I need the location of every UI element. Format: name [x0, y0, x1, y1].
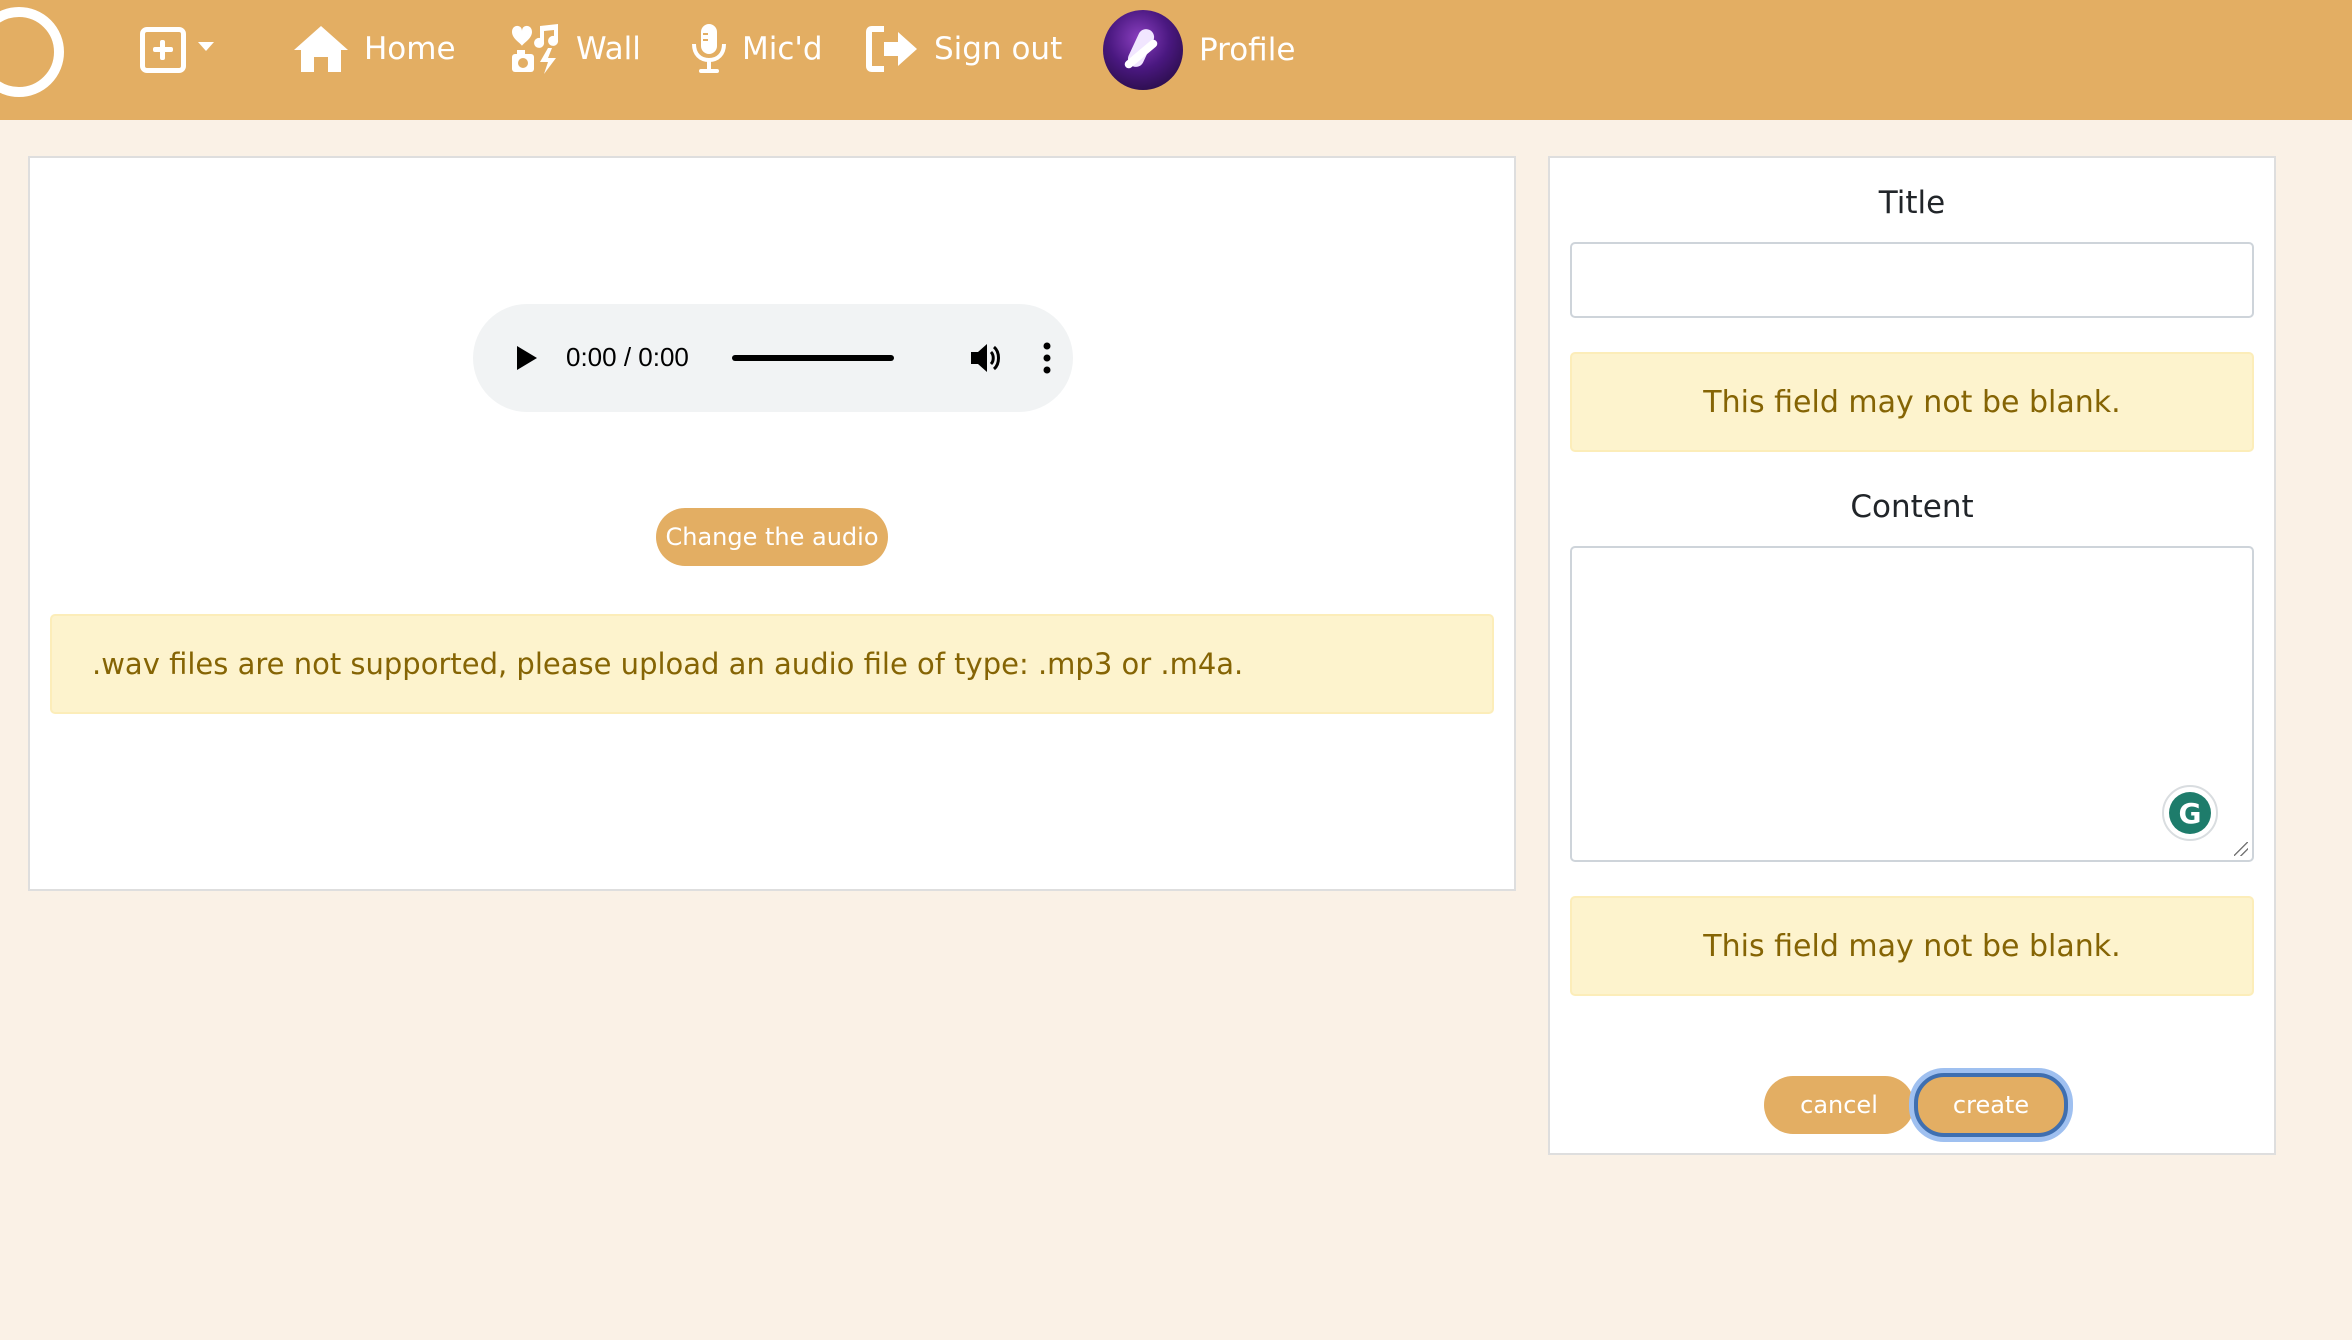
grammarly-icon[interactable]: G	[2162, 785, 2218, 841]
plus-square-icon	[140, 27, 186, 73]
nav-signout-link[interactable]: Sign out	[866, 18, 1062, 80]
resize-handle-icon[interactable]	[2234, 842, 2248, 856]
sign-out-icon	[866, 26, 917, 72]
volume-icon[interactable]	[968, 340, 1004, 376]
post-form-panel: Title This field may not be blank. Conte…	[1548, 156, 2276, 1155]
content-error-alert: This field may not be blank.	[1570, 896, 2254, 996]
change-audio-button[interactable]: Change the audio	[656, 508, 888, 566]
navbar: Home Wall Mic'd Sign out Profile	[0, 0, 2352, 120]
brand-logo[interactable]	[0, 7, 64, 97]
nav-wall-link[interactable]: Wall	[508, 18, 641, 80]
file-type-error-alert: .wav files are not supported, please upl…	[50, 614, 1494, 714]
audio-upload-panel: 0:00 / 0:00 Change the audio .wav files …	[28, 156, 1516, 891]
nav-wall-label: Wall	[576, 31, 641, 67]
title-error-alert: This field may not be blank.	[1570, 352, 2254, 452]
audio-player[interactable]: 0:00 / 0:00	[473, 304, 1073, 412]
nav-profile-link[interactable]: Profile	[1103, 10, 1295, 90]
avatar	[1103, 10, 1183, 90]
grammarly-letter: G	[2169, 792, 2211, 834]
nav-home-label: Home	[364, 31, 456, 67]
audio-time-display: 0:00 / 0:00	[566, 342, 689, 372]
content-label: Content	[1850, 489, 1974, 525]
caret-down-icon	[198, 41, 214, 51]
content-textarea[interactable]: G	[1570, 546, 2254, 862]
title-label: Title	[1878, 185, 1946, 221]
create-button[interactable]: create	[1914, 1073, 2068, 1137]
wall-icon	[512, 24, 559, 74]
nav-micd-link[interactable]: Mic'd	[690, 18, 823, 80]
nav-profile-label: Profile	[1199, 32, 1296, 68]
title-input[interactable]	[1570, 242, 2254, 318]
nav-home-link[interactable]: Home	[292, 18, 456, 80]
audio-progress-bar[interactable]	[732, 355, 894, 361]
microphone-icon	[692, 24, 726, 73]
cancel-button[interactable]: cancel	[1764, 1076, 1914, 1134]
nav-signout-label: Sign out	[934, 31, 1063, 67]
home-icon	[294, 26, 348, 72]
more-vertical-icon[interactable]	[1041, 340, 1053, 376]
play-icon[interactable]	[517, 346, 537, 370]
add-post-dropdown[interactable]	[140, 26, 214, 74]
nav-micd-label: Mic'd	[742, 31, 823, 67]
